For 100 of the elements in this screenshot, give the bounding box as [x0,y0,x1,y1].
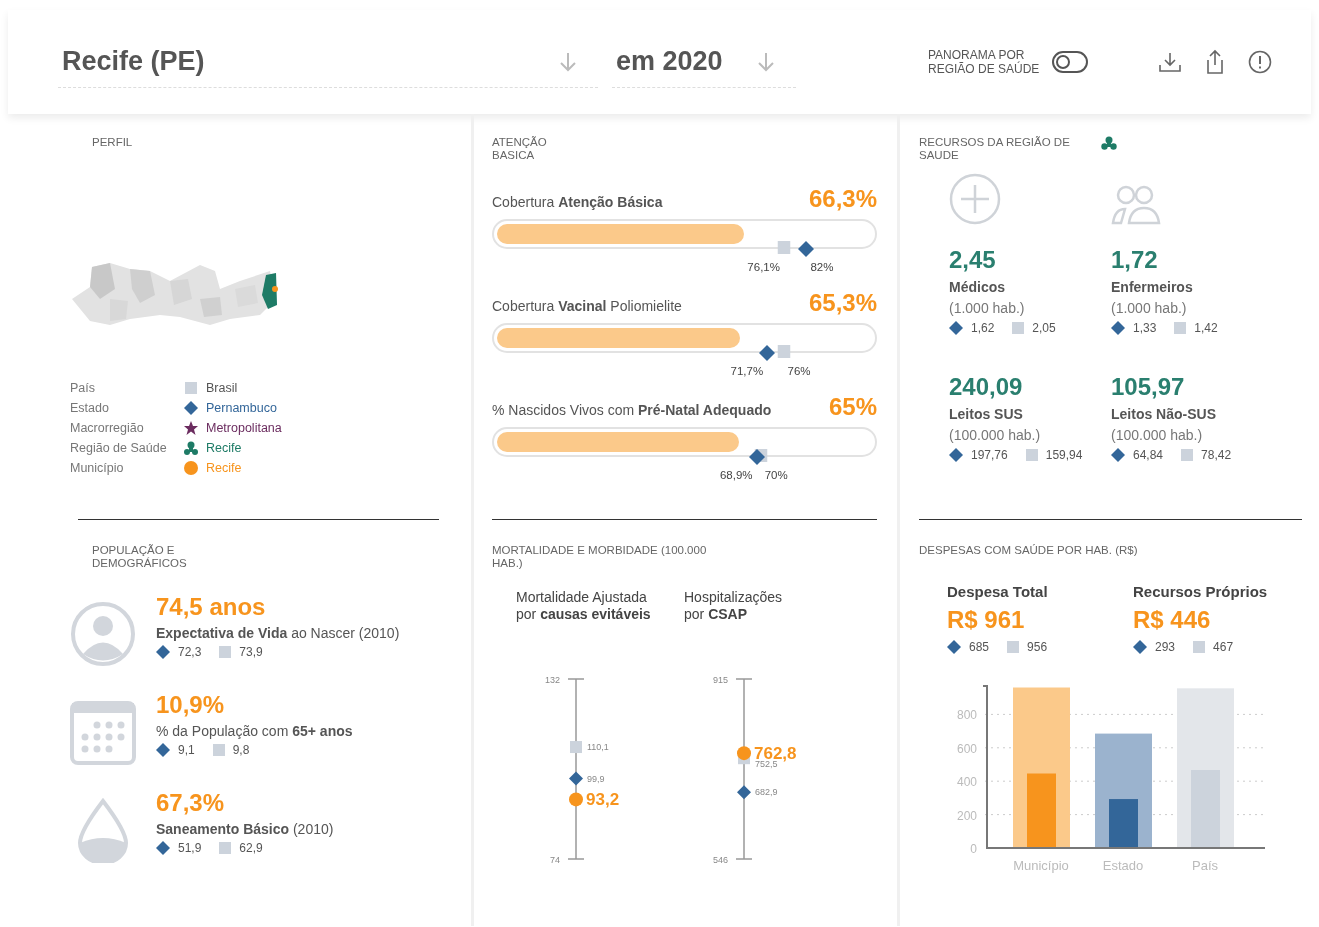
metric-label: Leitos Não-SUS [1111,406,1217,423]
marker-value: 93,2 [586,790,620,810]
square-icon [1007,640,1020,653]
axis-label: 800 [956,708,977,723]
people-icon [1111,185,1161,226]
section-title: RECURSOS DA REGIÃO DE SAUDE [919,136,1071,162]
metric-value: 67,3% [156,789,226,818]
square-icon [1193,640,1206,653]
state-value: 1,33 [1133,321,1157,336]
arrow-down-icon [558,50,578,73]
axis-label: 200 [956,808,977,823]
legend-value: Recife [206,460,243,475]
metric-value: 65% [828,393,877,422]
country-value: 73,9 [239,645,263,660]
legend-label: País [70,380,96,395]
metric-value: R$ 446 [1133,605,1212,634]
legend-value: Metropolitana [206,420,283,435]
metric-label: % da População com 65+ anos [156,723,353,740]
metric-value: 65,3% [808,289,877,318]
country-value: 467 [1213,639,1234,654]
country-value: 159,94 [1045,448,1083,463]
metric-value: 240,09 [949,373,1024,402]
marker-value: 752,5 [755,759,778,770]
section-title: MORTALIDADE E MORBIDADE (100.000 HAB.) [492,544,708,570]
person-icon [70,601,136,668]
share-icon[interactable] [1204,49,1226,75]
chart-title: Hospitalizações por CSAP [684,589,784,625]
section-title: DESPESAS COM SAÚDE POR HAB. (R$) [919,544,1139,557]
state-value: 72,3 [178,645,202,660]
metric-label: Despesa Total [947,582,1049,600]
marker-value: 110,1 [587,742,609,753]
axis-label: Município [1013,857,1069,873]
state-value: 1,62 [971,321,995,336]
square-icon [1181,449,1194,462]
axis-label: País [1192,857,1218,873]
legend-label: Município [70,460,125,475]
metric-value: 105,97 [1111,373,1186,402]
unit-label: (1.000 hab.) [949,300,1026,317]
state-value: 51,9 [178,841,202,856]
diamond-icon [947,639,961,654]
year-dropdown[interactable]: em 2020 [612,36,796,88]
square-icon [219,842,232,855]
metric-label: Médicos [949,279,1006,296]
metric-value: 66,3% [808,185,877,214]
metric-value: 74,5 anos [156,593,267,622]
country-value: 956 [1027,639,1048,654]
square-icon [212,744,225,757]
toggle-label: PANORAMA POR REGIÃO DE SAÚDE [928,47,1040,77]
metric-value: 10,9% [156,691,226,720]
square-icon [219,646,232,659]
country-value: 62,9 [239,841,263,856]
legend-label: Macrorregião [70,420,145,435]
metric-label: Expectativa de Vida ao Nascer (2010) [156,625,400,642]
legend-label: Estado [70,400,110,415]
diamond-icon [949,448,963,463]
country-value: 78,42 [1201,448,1232,463]
state-value: 64,84 [1133,448,1164,463]
country-reading: 70% [764,469,788,482]
country-reading: 76,1% [747,261,780,274]
marker-value: 99,9 [587,773,605,784]
metric-label: Recursos Próprios [1133,582,1269,600]
country-value: 1,42 [1194,321,1218,336]
unit-label: (1.000 hab.) [1111,300,1188,317]
state-reading: 71,7% [730,365,764,378]
legend-label: Região de Saúde [70,440,168,455]
state-reading: 82% [810,261,834,274]
country-reading: 76% [787,365,811,378]
section-title: POPULAÇÃO E DEMOGRÁFICOS [92,544,188,570]
diamond-icon [1111,321,1125,336]
unit-label: (100.000 hab.) [1111,427,1204,444]
download-icon[interactable] [1158,51,1182,73]
scale-label: 915 [712,675,728,686]
trefoil-icon [1101,136,1117,150]
state-value: 197,76 [971,448,1008,463]
chart-title: Mortalidade Ajustada por causas evitáveis [516,589,652,625]
state-value: 293 [1155,639,1176,654]
arrow-down-icon [756,50,776,73]
metric-value: 1,72 [1111,246,1159,275]
info-icon[interactable] [1248,50,1272,74]
diamond-icon [1111,448,1125,463]
scale-label: 74 [550,855,560,866]
country-value: 2,05 [1032,321,1056,336]
axis-label: 400 [956,774,977,789]
metric-label: % Nascidos Vivos com Pré-Natal Adequado [492,402,772,419]
state-value: 9,1 [178,743,195,758]
scale-label: 546 [712,855,728,866]
square-icon [1174,322,1187,335]
toggle-switch[interactable] [1052,51,1088,73]
diamond-icon [156,743,170,758]
scale-label: 132 [544,675,560,686]
metric-value: 2,45 [949,246,997,275]
axis-label: Estado [1102,857,1144,873]
section-title: ATENÇÃO BASICA [492,136,548,162]
marker-value: 682,9 [755,787,778,798]
state-reading: 68,9% [719,469,753,482]
legend-value: Recife [206,440,243,455]
axis-label: 0 [970,841,977,856]
place-dropdown[interactable]: Recife (PE) [58,36,598,88]
diamond-icon [1133,639,1147,654]
legend-value: Brasil [206,380,239,395]
